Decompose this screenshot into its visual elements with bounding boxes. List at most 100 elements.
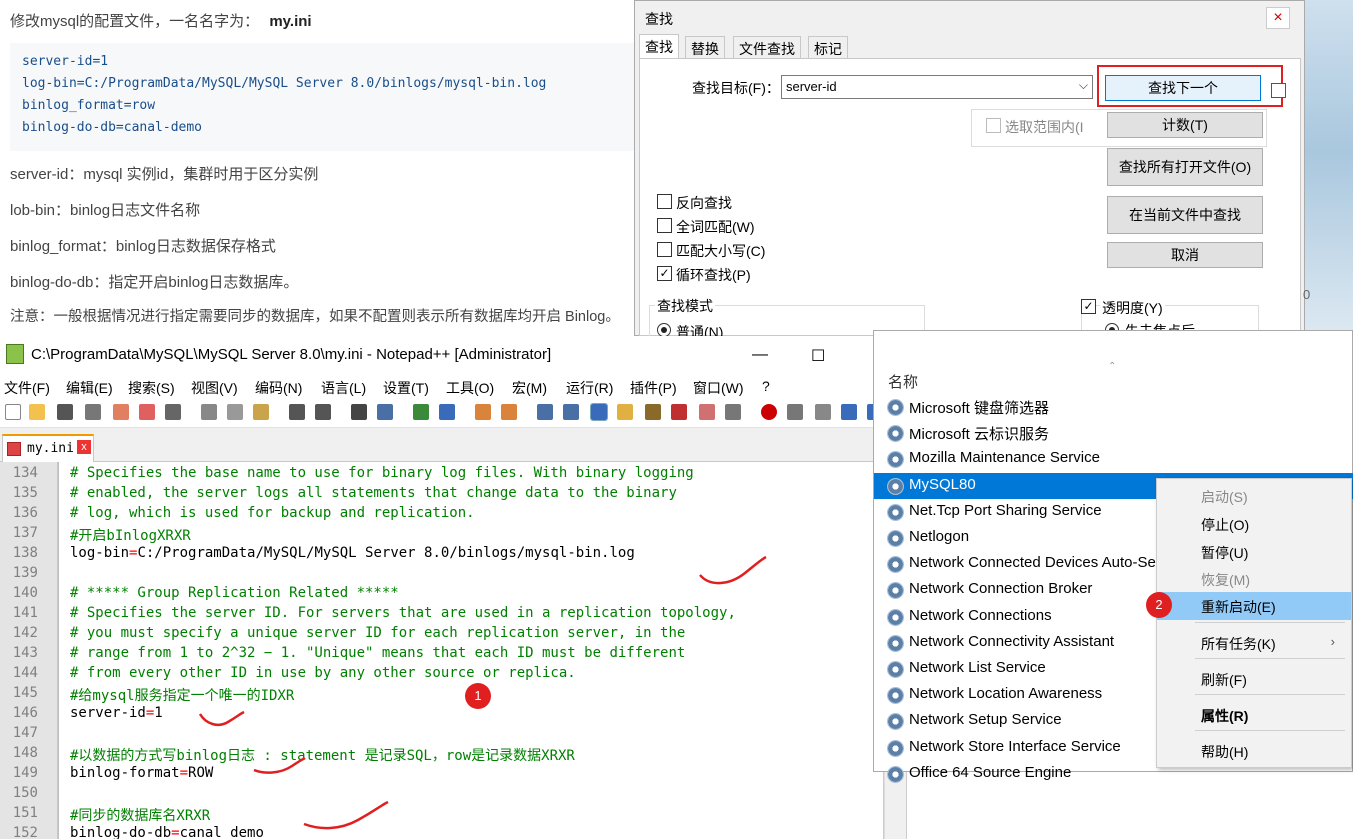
menu-item-label: 启动(S) xyxy=(1201,489,1248,505)
replace-icon[interactable] xyxy=(377,404,393,420)
menu-file[interactable]: 文件(F) xyxy=(4,378,50,398)
stop-macro-icon[interactable] xyxy=(787,404,803,420)
service-row[interactable]: Microsoft 云标识服务 xyxy=(874,420,1353,446)
show-all-chars-icon[interactable] xyxy=(563,404,579,420)
menu-edit[interactable]: 编辑(E) xyxy=(66,378,113,398)
menu-run[interactable]: 运行(R) xyxy=(566,378,613,398)
new-file-icon[interactable] xyxy=(5,404,21,420)
doc-map-icon[interactable] xyxy=(645,404,661,420)
code-line: #给mysql服务指定一个唯一的IDXR xyxy=(70,688,295,704)
menu-item-resume[interactable]: 恢复(M) xyxy=(1157,565,1351,593)
config-key: log-bin xyxy=(70,545,130,561)
menu-item-help[interactable]: 帮助(H) xyxy=(1157,737,1351,765)
tab-find-in-files[interactable]: 文件查找 xyxy=(733,36,801,58)
article-code-line: binlog-do-db=canal-demo xyxy=(22,120,203,135)
in-selection-checkbox[interactable] xyxy=(986,118,1001,133)
menu-plugins[interactable]: 插件(P) xyxy=(630,378,677,398)
word-wrap-icon[interactable] xyxy=(537,404,553,420)
redo-icon[interactable] xyxy=(315,404,331,420)
menu-item-start[interactable]: 启动(S) xyxy=(1157,482,1351,510)
find-icon[interactable] xyxy=(351,404,367,420)
find-in-current-button[interactable]: 在当前文件中查找 xyxy=(1107,196,1263,234)
zoom-in-icon[interactable] xyxy=(413,404,429,420)
reverse-search-checkbox[interactable] xyxy=(657,194,672,209)
step-badge-1: 1 xyxy=(465,683,491,709)
service-row[interactable]: Mozilla Maintenance Service xyxy=(874,446,1353,472)
menu-item-properties[interactable]: 属性(R) xyxy=(1157,701,1351,729)
menu-item-stop[interactable]: 停止(O) xyxy=(1157,510,1351,538)
open-file-icon[interactable] xyxy=(29,404,45,420)
tab-my-ini[interactable]: my.ini x xyxy=(2,434,94,462)
code-line: #同步的数据库名XRXR xyxy=(70,808,211,824)
wrap-around-checkbox[interactable]: ✓ xyxy=(657,266,672,281)
save-icon[interactable] xyxy=(57,404,73,420)
whole-word-checkbox[interactable] xyxy=(657,218,672,233)
find-target-input[interactable]: server-id ⌵ xyxy=(781,75,1093,99)
sync-v-icon[interactable] xyxy=(475,404,491,420)
service-name: Microsoft 云标识服务 xyxy=(909,426,1050,444)
monitoring-icon[interactable] xyxy=(725,404,741,420)
sync-h-icon[interactable] xyxy=(501,404,517,420)
menu-item-pause[interactable]: 暂停(U) xyxy=(1157,538,1351,566)
line-number: 148 xyxy=(12,745,38,761)
run-macro-multiple-icon[interactable] xyxy=(841,404,857,420)
save-all-icon[interactable] xyxy=(85,404,101,420)
tab-mark[interactable]: 标记 xyxy=(808,36,848,58)
notepad-app-icon xyxy=(6,344,24,364)
folder-workspace-icon[interactable] xyxy=(699,404,715,420)
service-gear-icon xyxy=(887,399,904,416)
menu-help[interactable]: ? xyxy=(762,378,770,394)
line-number: 143 xyxy=(12,645,38,661)
indent-guide-icon[interactable] xyxy=(590,403,608,421)
config-value: 1 xyxy=(154,705,163,721)
line-number: 152 xyxy=(12,825,38,839)
service-name: MySQL80 xyxy=(909,475,976,493)
service-row[interactable]: Microsoft 键盘筛选器 xyxy=(874,394,1353,420)
zoom-out-icon[interactable] xyxy=(439,404,455,420)
menu-encoding[interactable]: 编码(N) xyxy=(255,378,302,398)
minimize-button[interactable]: — xyxy=(752,346,768,364)
article-line: 注意：一般根据情况进行指定需要同步的数据库，如果不配置则表示所有数据库均开启 B… xyxy=(10,309,620,325)
transparency-checkbox[interactable]: ✓ xyxy=(1081,299,1096,314)
menu-search[interactable]: 搜索(S) xyxy=(128,378,175,398)
close-all-icon[interactable] xyxy=(139,404,155,420)
record-macro-icon[interactable] xyxy=(761,404,777,420)
chevron-down-icon[interactable]: ⌵ xyxy=(1079,78,1088,93)
cut-icon[interactable] xyxy=(201,404,217,420)
print-icon[interactable] xyxy=(165,404,181,420)
menu-settings[interactable]: 设置(T) xyxy=(383,378,429,398)
menu-item-restart[interactable]: 重新启动(E) xyxy=(1157,592,1351,620)
play-macro-icon[interactable] xyxy=(815,404,831,420)
undo-icon[interactable] xyxy=(289,404,305,420)
column-header-name[interactable]: 名称 xyxy=(888,371,918,392)
maximize-button[interactable]: ☐ xyxy=(811,346,825,366)
code-line: # from every other ID in use by any othe… xyxy=(70,665,576,681)
close-button[interactable]: × xyxy=(1266,7,1290,29)
tab-find[interactable]: 查找 xyxy=(639,34,679,58)
udl-icon[interactable] xyxy=(617,404,633,420)
config-key: server-id xyxy=(70,705,146,721)
function-list-icon[interactable] xyxy=(671,404,687,420)
menu-item-all-tasks[interactable]: 所有任务(K) › xyxy=(1157,629,1351,657)
close-icon[interactable]: x xyxy=(77,440,91,454)
find-next-button[interactable]: 查找下一个 xyxy=(1105,75,1261,101)
service-gear-icon xyxy=(887,530,904,547)
menu-macro[interactable]: 宏(M) xyxy=(512,378,547,398)
find-all-open-button[interactable]: 查找所有打开文件(O) xyxy=(1107,148,1263,186)
copy-icon[interactable] xyxy=(227,404,243,420)
cancel-button[interactable]: 取消 xyxy=(1107,242,1263,268)
count-button[interactable]: 计数(T) xyxy=(1107,112,1263,138)
paste-icon[interactable] xyxy=(253,404,269,420)
match-case-checkbox[interactable] xyxy=(657,242,672,257)
menu-language[interactable]: 语言(L) xyxy=(321,378,366,398)
find-next-option-checkbox[interactable] xyxy=(1271,83,1286,98)
menu-view[interactable]: 视图(V) xyxy=(191,378,238,398)
mode-normal-radio[interactable] xyxy=(657,323,671,337)
code-line: # log, which is used for backup and repl… xyxy=(70,505,475,521)
menu-item-refresh[interactable]: 刷新(F) xyxy=(1157,665,1351,693)
menu-window[interactable]: 窗口(W) xyxy=(693,378,744,398)
article-line: server-id：mysql 实例id，集群时用于区分实例 xyxy=(10,166,319,183)
tab-replace[interactable]: 替换 xyxy=(685,36,725,58)
menu-tools[interactable]: 工具(O) xyxy=(446,378,494,398)
close-file-icon[interactable] xyxy=(113,404,129,420)
